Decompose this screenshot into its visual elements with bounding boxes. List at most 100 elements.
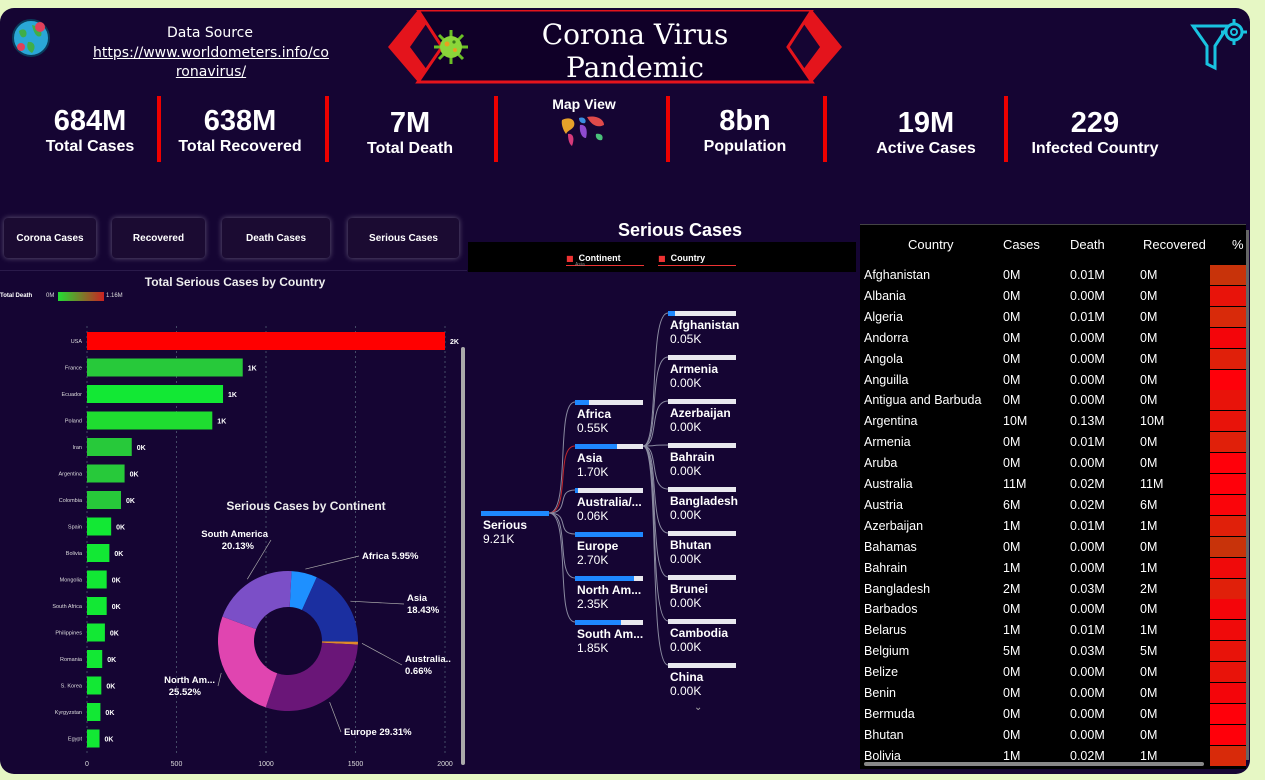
- table-row[interactable]: Argentina 10M 0.13M 10M: [860, 411, 1246, 432]
- tree-country-bar[interactable]: [668, 399, 736, 404]
- tree-continent-value: 0.55K: [577, 421, 609, 435]
- tree-root-bar[interactable]: [481, 511, 549, 516]
- tree-country-value: 0.00K: [670, 552, 702, 566]
- map-view-label: Map View: [552, 96, 616, 112]
- cases-cell: 2M: [1003, 581, 1021, 596]
- map-view-button[interactable]: Map View: [530, 96, 638, 152]
- col-percent[interactable]: %: [1232, 237, 1244, 252]
- table-row[interactable]: Bahamas 0M 0.00M 0M: [860, 536, 1246, 558]
- death-cases-button[interactable]: Death Cases: [222, 218, 330, 258]
- donut-slice[interactable]: [265, 642, 358, 711]
- tree-continent-value: 1.70K: [577, 465, 609, 479]
- percent-cell: [1210, 327, 1246, 348]
- table-row[interactable]: Angola 0M 0.00M 0M: [860, 348, 1246, 370]
- recovered-cell: 6M: [1140, 497, 1158, 512]
- country-cell: Barbados: [864, 602, 918, 617]
- table-scrollbar[interactable]: [864, 762, 1204, 766]
- data-source-link[interactable]: https://www.worldometers.info/coronaviru…: [92, 44, 330, 82]
- country-cell: Antigua and Barbuda: [864, 393, 982, 408]
- cases-cell: 0M: [1003, 351, 1021, 366]
- kpi-infected-country: 229 Infected Country: [1025, 107, 1165, 158]
- tree-country-bar[interactable]: [668, 531, 736, 536]
- table-vscroll[interactable]: [1246, 230, 1249, 760]
- tree-continent-label: Australia/...: [577, 495, 642, 509]
- tree-continent-bar[interactable]: [575, 532, 643, 537]
- chart-scrollbar[interactable]: [461, 347, 465, 765]
- death-cell: 0.01M: [1070, 435, 1105, 450]
- cases-cell: 0M: [1003, 686, 1021, 700]
- serious-cases-button[interactable]: Serious Cases: [348, 218, 459, 258]
- table-row[interactable]: Andorra 0M 0.00M 0M: [860, 327, 1246, 349]
- table-row[interactable]: Belize 0M 0.00M 0M: [860, 662, 1246, 683]
- table-row[interactable]: Antigua and Barbuda 0M 0.00M 0M: [860, 390, 1246, 411]
- country-cell: Albania: [864, 288, 906, 303]
- cases-cell: 0M: [1003, 706, 1021, 721]
- kpi-value: 19M: [897, 107, 955, 139]
- cases-cell: 1M: [1003, 748, 1021, 763]
- country-cell: Bhutan: [864, 727, 904, 742]
- table-row[interactable]: Benin 0M 0.00M 0M: [860, 683, 1246, 704]
- table-row[interactable]: Bahrain 1M 0.00M 1M: [860, 557, 1246, 579]
- tree-continent-bar[interactable]: [575, 576, 643, 581]
- percent-cell: [1210, 369, 1246, 390]
- tree-country-bar[interactable]: [668, 487, 736, 492]
- country-cell: Bahrain: [864, 560, 908, 575]
- table-row[interactable]: Armenia 0M 0.01M 0M: [860, 432, 1246, 453]
- table-row[interactable]: Aruba 0M 0.00M 0M: [860, 453, 1246, 474]
- table-row[interactable]: Albania 0M 0.00M 0M: [860, 285, 1246, 307]
- death-cell: 0.00M: [1070, 539, 1105, 554]
- tree-country-label: Azerbaijan: [670, 406, 731, 420]
- country-cell: Angola: [864, 351, 903, 366]
- tree-country-bar[interactable]: [668, 311, 736, 316]
- tree-country-label: Bhutan: [670, 538, 712, 552]
- col-cases[interactable]: Cases: [1003, 237, 1040, 252]
- donut-slice[interactable]: [218, 616, 278, 708]
- table-row[interactable]: Bangladesh 2M 0.03M 2M: [860, 578, 1246, 600]
- tree-continent-bar[interactable]: [575, 400, 643, 405]
- donut-slice[interactable]: [222, 571, 292, 630]
- table-row[interactable]: Azerbaijan 1M 0.01M 1M: [860, 515, 1246, 537]
- table-row[interactable]: Barbados 0M 0.00M 0M: [860, 599, 1246, 620]
- tree-country-label: Afghanistan: [670, 318, 740, 332]
- percent-cell: [1210, 453, 1246, 474]
- col-country[interactable]: Country: [908, 237, 954, 252]
- page-title: Corona Virus Pandemic: [541, 18, 729, 84]
- country-cell: Belize: [864, 665, 899, 680]
- col-death[interactable]: Death: [1070, 237, 1105, 252]
- death-cell: 0.00M: [1070, 456, 1105, 471]
- filter-icon[interactable]: [1190, 16, 1248, 76]
- table-row[interactable]: Afghanistan 0M 0.01M 0M: [860, 265, 1246, 286]
- kpi-label: Total Death: [367, 140, 453, 157]
- recovered-button[interactable]: Recovered: [112, 218, 205, 258]
- death-cell: 0.13M: [1070, 414, 1105, 429]
- tree-continent-bar[interactable]: [575, 620, 643, 625]
- cases-cell: 0M: [1003, 456, 1021, 471]
- tree-country-value: 0.00K: [670, 640, 702, 654]
- table-row[interactable]: Belgium 5M 0.03M 5M: [860, 641, 1246, 662]
- tree-continent-bar[interactable]: [575, 444, 643, 449]
- tree-country-bar[interactable]: [668, 619, 736, 624]
- slice-label: South America: [201, 529, 268, 540]
- tree-country-bar[interactable]: [668, 355, 736, 360]
- table-row[interactable]: Bermuda 0M 0.00M 0M: [860, 703, 1246, 725]
- table-row[interactable]: Bhutan 0M 0.00M 0M: [860, 724, 1246, 746]
- tree-country-bar[interactable]: [668, 575, 736, 580]
- death-cell: 0.01M: [1070, 623, 1105, 638]
- table-row[interactable]: Belarus 1M 0.01M 1M: [860, 620, 1246, 641]
- col-recovered[interactable]: Recovered: [1143, 237, 1206, 252]
- corona-cases-button[interactable]: Corona Cases: [4, 218, 96, 258]
- table-row[interactable]: Anguilla 0M 0.00M 0M: [860, 369, 1246, 391]
- kpi-label: Population: [703, 138, 787, 155]
- tree-country-bar[interactable]: [668, 663, 736, 668]
- cases-cell: 0M: [1003, 665, 1021, 680]
- table-row[interactable]: Australia 11M 0.02M 11M: [860, 474, 1246, 495]
- tree-country-bar[interactable]: [668, 443, 736, 448]
- chevron-down-icon[interactable]: ⌄: [694, 702, 702, 713]
- table-row[interactable]: Algeria 0M 0.01M 0M: [860, 306, 1246, 328]
- table-row[interactable]: Austria 6M 0.02M 6M: [860, 494, 1246, 516]
- bar-fill: [575, 576, 635, 581]
- tree-country-label: Brunei: [670, 582, 709, 596]
- country-cell: Belgium: [864, 644, 910, 659]
- tree-country-value: 0.00K: [670, 464, 702, 478]
- tree-continent-bar[interactable]: [575, 488, 643, 493]
